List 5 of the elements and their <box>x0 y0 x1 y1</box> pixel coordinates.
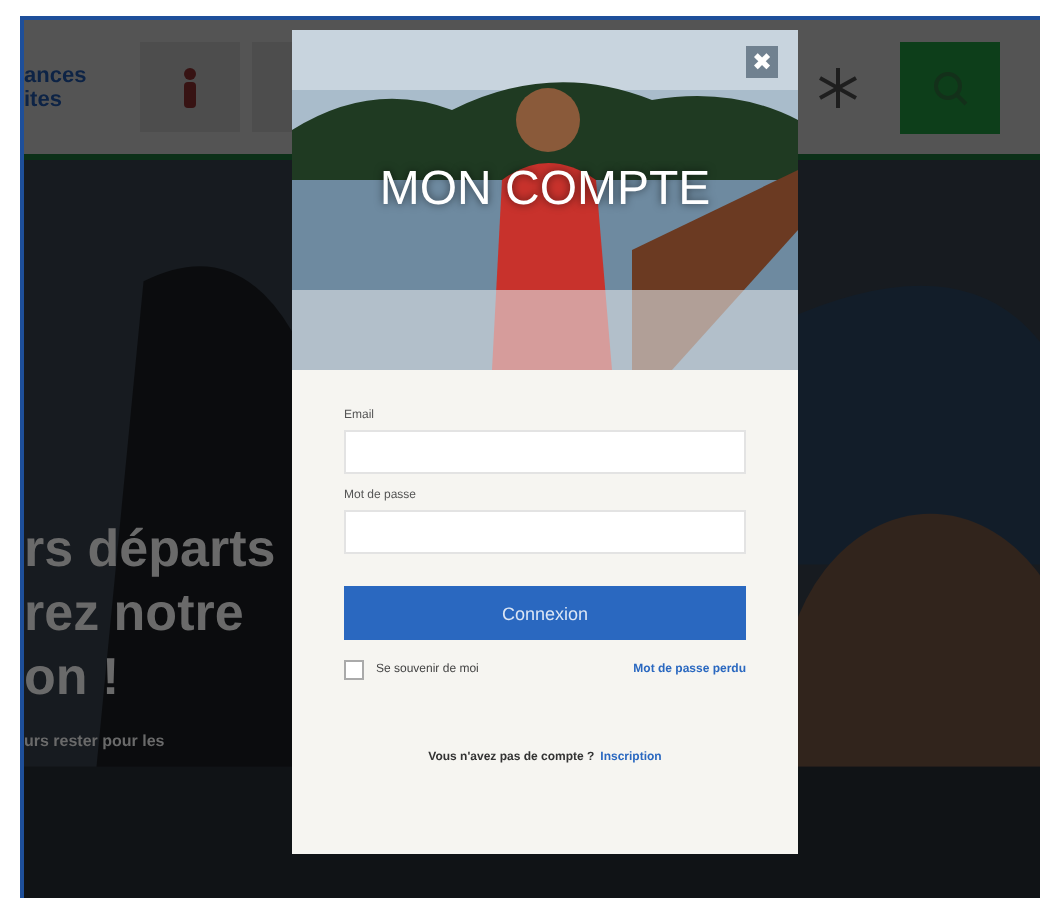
hero-heading: rs départs <box>24 516 276 580</box>
hero-subtitle: urs rester pour les <box>24 732 165 750</box>
login-button[interactable]: Connexion <box>344 586 746 640</box>
hero-heading: on ! <box>24 644 120 708</box>
hero-heading: rez notre <box>24 580 244 644</box>
